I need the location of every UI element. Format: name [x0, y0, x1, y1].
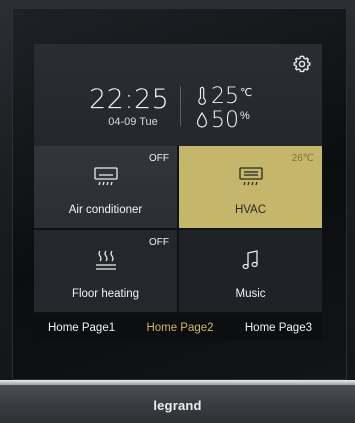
hvac-label: HVAC	[234, 204, 267, 216]
gear-icon	[293, 55, 311, 73]
floor-heating-tile[interactable]: OFF Floor heating	[34, 230, 177, 312]
hvac-icon	[237, 164, 265, 188]
settings-button[interactable]	[292, 54, 312, 74]
temperature-value: 25	[211, 83, 239, 109]
humidity-unit: %	[240, 110, 250, 122]
music-label: Music	[235, 288, 266, 300]
page-tabs: Home Page1 Home Page2 Home Page3	[34, 316, 322, 340]
floor-heating-label: Floor heating	[71, 288, 140, 300]
temperature-unit: ℃	[240, 87, 253, 99]
air-conditioner-status: OFF	[149, 153, 169, 164]
status-header: 22:25 04-09 Tue 25 ℃ 50 %	[34, 44, 322, 146]
music-note-icon	[237, 248, 265, 272]
touch-screen: 22:25 04-09 Tue 25 ℃ 50 % OFF Air condit…	[34, 44, 322, 340]
music-tile[interactable]: Music	[179, 230, 322, 312]
humidity-readout: 50 %	[196, 107, 250, 133]
hvac-tile[interactable]: 26℃ HVAC	[179, 146, 322, 228]
brand-logo: legrand	[153, 398, 202, 413]
water-drop-icon	[196, 111, 208, 128]
air-conditioner-icon	[92, 164, 120, 188]
temperature-readout: 25 ℃	[196, 83, 253, 109]
clock-time: 22:25	[89, 84, 170, 115]
tab-home-page1[interactable]: Home Page1	[48, 322, 115, 334]
tab-home-page2[interactable]: Home Page2	[146, 322, 213, 334]
thermometer-icon	[198, 86, 206, 105]
device-panel: 22:25 04-09 Tue 25 ℃ 50 % OFF Air condit…	[0, 0, 355, 423]
floor-heating-status: OFF	[149, 237, 169, 248]
header-divider	[180, 86, 181, 126]
tab-home-page3[interactable]: Home Page3	[245, 322, 312, 334]
hvac-setpoint: 26℃	[291, 153, 314, 164]
humidity-value: 50	[211, 107, 239, 133]
air-conditioner-label: Air conditioner	[68, 204, 143, 216]
air-conditioner-tile[interactable]: OFF Air conditioner	[34, 146, 177, 228]
floor-heating-icon	[92, 248, 120, 272]
clock-date: 04-09 Tue	[108, 116, 158, 128]
